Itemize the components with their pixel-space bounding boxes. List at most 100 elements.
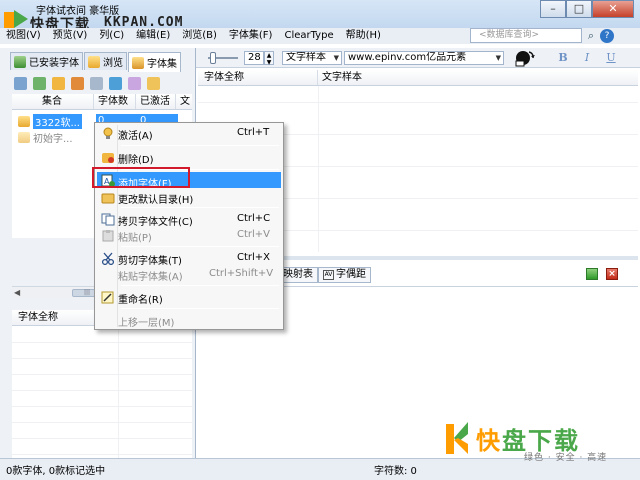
tree-item-3322[interactable]: 3322软... [18,113,82,129]
sample-type-select[interactable]: 文字样本 ▼ [282,51,342,65]
import-set-icon[interactable] [33,76,46,90]
database-search-input[interactable]: <数据库查询> [470,28,582,43]
chevron-down-icon: ▼ [333,54,339,62]
kerning-icon: AV [323,270,334,280]
menu-item-label: 拷贝字体文件(C) [118,217,193,228]
close-button[interactable]: ✕ [592,0,634,18]
new-set-icon[interactable] [14,76,27,90]
font-size-stepper[interactable]: ▲ ▼ [264,51,274,66]
menu-separator [121,285,279,286]
delete-icon [102,152,114,163]
installed-fonts-icon [14,55,26,68]
activate-icon [103,127,113,139]
menu-item-move-up: 上移一层(M) [97,312,281,329]
tree-item-label: 3322软... [33,113,82,129]
size-slider-thumb[interactable] [210,52,216,64]
tab-mapping-table-label: 映射表 [283,269,313,280]
underline-button[interactable]: U [604,51,618,65]
grid-line [12,342,192,343]
left-tab-strip: 已安装字体 浏览 字体集 [10,52,182,72]
restore-pane-button[interactable] [586,268,598,280]
menu-separator [121,308,279,309]
menu-separator [121,246,279,247]
paste-icon [102,229,114,241]
menu-item-label: 激活(A) [118,131,153,142]
font-size-input[interactable]: 28 [244,51,264,65]
font-set-toolbar [10,74,190,92]
tab-kerning[interactable]: AV 字偶距 [318,267,371,283]
menu-item-paste: 粘贴(P) Ctrl+V [97,227,281,244]
refresh-icon[interactable] [109,76,122,90]
detail-tab-strip: 映射表 AV 字偶距 [278,267,371,283]
browse-folder-icon [88,55,100,68]
sample-text-value: www.epinv.com亿品元素 [348,52,467,63]
menu-item-copy-font-files[interactable]: 拷贝字体文件(C) Ctrl+C [97,211,281,228]
tab-font-set-label: 字体集 [147,59,177,70]
tab-kerning-label: 字偶距 [336,269,366,280]
menu-item-rename[interactable]: 重命名(R) [97,289,281,306]
menu-cleartype[interactable]: ClearType [278,28,339,44]
font-set-folder-icon [18,115,30,127]
menu-item-paste-font-set: 粘贴字体集(A) Ctrl+Shift+V [97,266,281,283]
menu-browse[interactable]: 浏览(B) [176,28,223,44]
menu-preview[interactable]: 预览(V) [47,28,94,44]
brand-slogan: 绿色 · 安全 · 高速 [524,453,608,463]
tree-item-initial[interactable]: 初始字... [18,130,73,145]
menu-columns[interactable]: 列(C) [93,28,130,44]
menu-view[interactable]: 视图(V) [0,28,47,44]
copy-icon [101,213,115,225]
status-char-count: 字符数: 0 [374,466,417,477]
highlight-frame [92,167,190,188]
cut-icon [101,252,115,265]
menu-item-delete[interactable]: 删除(D) [97,149,281,166]
col-font-count[interactable]: 字体数 [94,94,136,109]
grid-line [12,454,192,455]
col-full-name[interactable]: 字体全称 [198,70,318,85]
status-selection: 0款字体, 0款标记选中 [6,466,106,477]
tab-font-set[interactable]: 字体集 [128,52,181,72]
tab-installed-fonts[interactable]: 已安装字体 [10,52,83,70]
sort-icon[interactable] [90,76,103,90]
grid-line [12,358,192,359]
menu-help[interactable]: 帮助(H) [340,28,387,44]
color-picker-icon[interactable] [514,49,536,67]
menu-item-shortcut: Ctrl+Shift+V [209,268,274,279]
brand-name-first: 快 [476,427,502,455]
minimize-button[interactable]: – [540,0,566,18]
menu-item-activate[interactable]: 激活(A) Ctrl+T [97,125,281,142]
watermark-logo-icon [4,10,28,28]
menu-item-label: 更改默认目录(H) [118,195,194,206]
paste-set-icon [101,268,115,281]
italic-button[interactable]: I [580,51,594,65]
grid-line [12,374,192,375]
menu-font-set[interactable]: 字体集(F) [223,28,279,44]
properties-icon[interactable] [128,76,141,90]
col-collection[interactable]: 集合 [12,94,94,109]
close-pane-button[interactable]: × [606,268,618,280]
col-activated[interactable]: 已激活 [136,94,176,109]
bold-button[interactable]: B [556,51,570,65]
deactivate-set-icon[interactable] [71,76,84,90]
tab-mapping-table[interactable]: 映射表 [278,267,318,283]
change-folder-icon [101,193,115,203]
tab-browse[interactable]: 浏览 [84,52,127,70]
sample-type-value: 文字样本 [286,52,326,63]
grid-line [318,86,319,252]
sample-text-select[interactable]: www.epinv.com亿品元素 ▼ [344,51,504,65]
preview-list-header: 字体全称 文字样本 [198,70,638,86]
font-set-icon [132,56,144,69]
activate-set-icon[interactable] [52,76,65,90]
chevron-down-icon: ▼ [495,54,501,62]
menu-edit[interactable]: 编辑(E) [130,28,176,44]
font-list [12,326,192,480]
menu-item-cut-font-set[interactable]: 剪切字体集(T) Ctrl+X [97,250,281,267]
menu-item-shortcut: Ctrl+V [237,229,271,240]
search-icon[interactable]: ⌕ [584,29,598,43]
help-icon[interactable]: ? [600,29,614,43]
delete-set-icon[interactable] [147,76,160,90]
col-file[interactable]: 文 [176,94,192,109]
maximize-button[interactable]: □ [566,0,592,18]
menu-item-change-folder[interactable]: 更改默认目录(H) [97,189,281,206]
scroll-left-icon[interactable]: ◀ [14,288,20,297]
col-sample-text[interactable]: 文字样本 [318,70,638,85]
